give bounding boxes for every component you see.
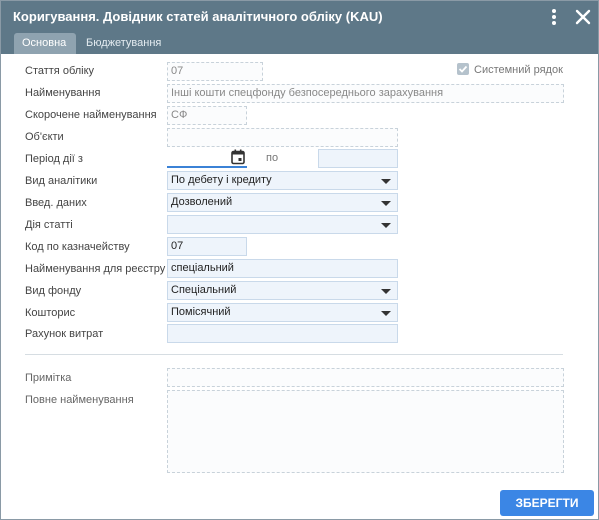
fund-type-select[interactable]: Спеціальний — [167, 281, 398, 300]
chevron-down-icon[interactable] — [381, 201, 391, 206]
period-to-label: по — [266, 152, 279, 164]
name-label: Найменування — [25, 87, 101, 99]
short-name-label: Скорочене найменування — [25, 109, 157, 121]
analytics-type-select[interactable]: По дебету і кредиту — [167, 171, 398, 190]
full-name-label: Повне найменування — [25, 394, 134, 406]
expense-account-label: Рахунок витрат — [25, 328, 104, 340]
system-row-label[interactable]: Системний рядок — [474, 64, 563, 76]
period-label: Період дії з — [25, 153, 83, 165]
name-field[interactable]: Інші кошти спецфонду безпосереднього зар… — [167, 84, 564, 103]
data-entry-select[interactable]: Дозволений — [167, 193, 398, 212]
budget-select[interactable]: Помісячний — [167, 303, 398, 322]
dialog-window: Коригування. Довідник статей аналітичног… — [0, 0, 599, 520]
kebab-menu-icon[interactable] — [547, 7, 561, 27]
analytics-type-label: Вид аналітики — [25, 175, 98, 187]
dialog-title: Коригування. Довідник статей аналітичног… — [13, 9, 383, 24]
budget-label: Кошторис — [25, 307, 76, 319]
fund-type-label: Вид фонду — [25, 285, 82, 297]
note-field[interactable] — [167, 368, 564, 387]
section-divider — [25, 354, 563, 355]
registry-name-field[interactable]: спеціальний — [167, 259, 398, 278]
registry-name-label: Найменування для реєстру — [25, 263, 166, 275]
article-label: Стаття обліку — [25, 65, 95, 77]
article-action-select[interactable] — [167, 215, 398, 234]
tab-main[interactable]: Основна — [14, 33, 76, 54]
chevron-down-icon[interactable] — [381, 311, 391, 316]
checkbox-checked-icon[interactable] — [457, 63, 469, 75]
title-bar: Коригування. Довідник статей аналітичног… — [1, 1, 598, 54]
data-entry-value: Дозволений — [171, 196, 233, 208]
data-entry-label: Введ. даних — [25, 197, 87, 209]
article-field[interactable]: 07 — [167, 62, 263, 81]
close-icon[interactable] — [573, 7, 593, 27]
objects-field[interactable] — [167, 128, 398, 147]
note-label: Примітка — [25, 372, 72, 384]
short-name-field[interactable]: СФ — [167, 106, 247, 125]
treasury-code-field[interactable]: 07 — [167, 237, 247, 256]
article-action-label: Дія статті — [25, 219, 73, 231]
analytics-type-value: По дебету і кредиту — [171, 174, 272, 186]
tab-budgeting[interactable]: Бюджетування — [78, 33, 169, 54]
chevron-down-icon[interactable] — [381, 289, 391, 294]
objects-label: Об'єкти — [25, 131, 64, 143]
fund-type-value: Спеціальний — [171, 284, 237, 296]
calendar-icon[interactable] — [231, 149, 245, 165]
expense-account-field[interactable] — [167, 324, 398, 343]
save-button[interactable]: ЗБЕРЕГТИ — [500, 490, 594, 516]
budget-value: Помісячний — [171, 306, 231, 318]
chevron-down-icon[interactable] — [381, 223, 391, 228]
period-to-field[interactable] — [318, 149, 398, 168]
treasury-code-label: Код по казначейству — [25, 241, 130, 253]
full-name-textarea[interactable] — [167, 390, 564, 473]
chevron-down-icon[interactable] — [381, 179, 391, 184]
